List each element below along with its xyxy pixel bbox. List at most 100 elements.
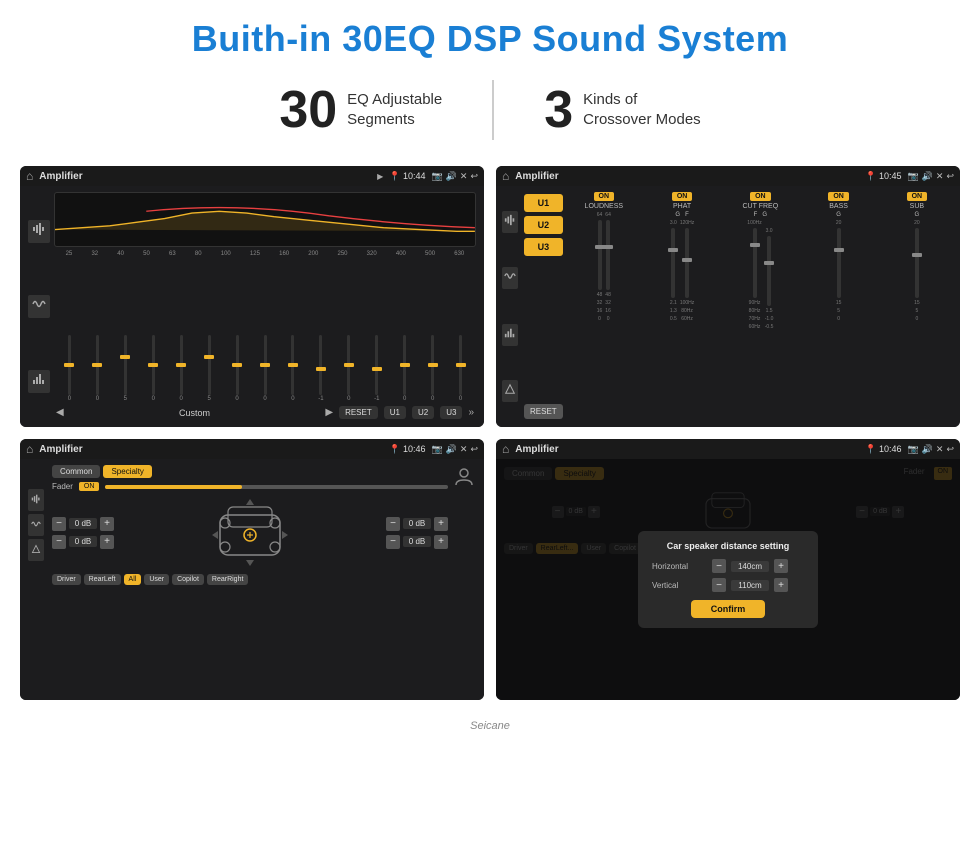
reset-btn[interactable]: RESET [339, 406, 378, 419]
eq-left-icon-1[interactable] [28, 220, 50, 243]
close-icon-4[interactable]: ✕ [936, 444, 944, 455]
rear-right-btn[interactable]: RearRight [207, 574, 249, 585]
topbar-crossover: ⌂ Amplifier 📍 10:45 📷 🔊 ✕ ↩ [496, 166, 960, 186]
sp-rr-minus[interactable]: − [386, 535, 400, 549]
u1-btn[interactable]: U1 [384, 406, 406, 419]
all-btn[interactable]: All [124, 574, 142, 585]
phat-label: PHAT [673, 203, 691, 210]
freq-320: 320 [367, 251, 377, 257]
eq-slider-9[interactable]: 0 [280, 335, 307, 402]
tab-common[interactable]: Common [52, 465, 100, 478]
eq-slider-15[interactable]: 0 [447, 335, 474, 402]
eq-slider-6[interactable]: 5 [196, 335, 223, 402]
loudness-on-btn[interactable]: ON [594, 192, 615, 201]
sp-fl-plus[interactable]: + [100, 517, 114, 531]
eq-slider-10[interactable]: -1 [307, 335, 334, 402]
eq-slider-5[interactable]: 0 [168, 335, 195, 402]
speaker-screen: Common Specialty Fader ON [24, 463, 480, 696]
user-btn[interactable]: User [144, 574, 169, 585]
eq-slider-14[interactable]: 0 [419, 335, 446, 402]
sp-rl-plus[interactable]: + [100, 535, 114, 549]
loudness-sliders: 64 48 32 16 0 64 48 32 [597, 212, 611, 322]
crossover-icon-2[interactable] [502, 267, 518, 289]
eq-slider-2[interactable]: 0 [84, 335, 111, 402]
home-icon-4[interactable]: ⌂ [502, 442, 509, 456]
sp-fr-plus[interactable]: + [434, 517, 448, 531]
sp-fl-minus[interactable]: − [52, 517, 66, 531]
speaker-dialog-content: Common Specialty Fader ON − 0 dB + [496, 459, 960, 700]
eq-slider-3[interactable]: 5 [112, 335, 139, 402]
u3-cross-btn[interactable]: U3 [524, 238, 563, 256]
page-title: Buith-in 30EQ DSP Sound System [0, 0, 980, 70]
sp-rl-minus[interactable]: − [52, 535, 66, 549]
close-icon-3[interactable]: ✕ [460, 444, 468, 455]
driver-btn[interactable]: Driver [52, 574, 81, 585]
back-icon-3[interactable]: ↩ [470, 444, 478, 455]
u1-cross-btn[interactable]: U1 [524, 194, 563, 212]
rear-left-btn[interactable]: RearLeft [84, 574, 121, 585]
copilot-btn[interactable]: Copilot [172, 574, 204, 585]
bass-label: BASS [829, 203, 848, 210]
u2-cross-btn[interactable]: U2 [524, 216, 563, 234]
sp-icon-2[interactable] [28, 514, 44, 536]
vertical-minus-btn[interactable]: − [712, 578, 726, 592]
eq-slider-12[interactable]: -1 [363, 335, 390, 402]
module-cutfreq: ON CUT FREQ FG 100Hz 90Hz 80Hz 70Hz [723, 192, 797, 421]
close-icon-2[interactable]: ✕ [936, 171, 944, 182]
crossover-icon-3[interactable] [502, 324, 518, 346]
eq-left-icon-2[interactable] [28, 295, 50, 318]
back-icon-2[interactable]: ↩ [946, 171, 954, 182]
home-icon-3[interactable]: ⌂ [26, 442, 33, 456]
module-phat: ON PHAT GF 3.0 2.1 1.3 0.5 [645, 192, 719, 421]
freq-125: 125 [250, 251, 260, 257]
close-icon[interactable]: ✕ [460, 171, 468, 182]
eq-slider-13[interactable]: 0 [391, 335, 418, 402]
home-icon[interactable]: ⌂ [26, 169, 33, 183]
sp-icon-3[interactable] [28, 539, 44, 561]
more-icon[interactable]: » [468, 407, 474, 418]
user-profile-icon[interactable] [452, 465, 476, 494]
topbar-icons-2: 📷 🔊 ✕ ↩ [907, 171, 954, 182]
topbar-time-4: 📍 10:46 [865, 444, 901, 455]
sp-icon-1[interactable] [28, 489, 44, 511]
topbar-speaker-dialog: ⌂ Amplifier 📍 10:46 📷 🔊 ✕ ↩ [496, 439, 960, 459]
sp-rr-plus[interactable]: + [434, 535, 448, 549]
eq-slider-7[interactable]: 0 [224, 335, 251, 402]
dialog-overlay: Car speaker distance setting Horizontal … [496, 459, 960, 700]
eq-next-btn[interactable]: ▶ [325, 407, 333, 418]
bass-on-btn[interactable]: ON [828, 192, 849, 201]
eq-slider-8[interactable]: 0 [252, 335, 279, 402]
back-icon-4[interactable]: ↩ [946, 444, 954, 455]
u2-btn[interactable]: U2 [412, 406, 434, 419]
home-icon-2[interactable]: ⌂ [502, 169, 509, 183]
cutfreq-on-btn[interactable]: ON [750, 192, 771, 201]
fader-on-btn[interactable]: ON [79, 482, 100, 491]
camera-icon-2: 📷 [907, 171, 918, 182]
u3-btn[interactable]: U3 [440, 406, 462, 419]
fader-row: Fader ON [52, 482, 448, 491]
topbar-icons-3: 📷 🔊 ✕ ↩ [431, 444, 478, 455]
confirm-btn[interactable]: Confirm [691, 600, 766, 618]
fader-slider[interactable] [105, 485, 448, 489]
sub-on-btn[interactable]: ON [907, 192, 928, 201]
vertical-plus-btn[interactable]: + [774, 578, 788, 592]
phat-on-btn[interactable]: ON [672, 192, 693, 201]
crossover-icon-1[interactable] [502, 211, 518, 233]
vertical-value: 110cm [731, 580, 769, 591]
crossover-screen-content: U1 U2 U3 RESET ON LOUDNESS 64 [496, 186, 960, 427]
horizontal-minus-btn[interactable]: − [712, 559, 726, 573]
crossover-icon-4[interactable] [502, 380, 518, 402]
sp-right-controls: − 0 dB + − 0 dB + [386, 517, 448, 549]
tab-specialty[interactable]: Specialty [103, 465, 151, 478]
back-icon[interactable]: ↩ [470, 171, 478, 182]
eq-slider-1[interactable]: 0 [56, 335, 83, 402]
horizontal-plus-btn[interactable]: + [774, 559, 788, 573]
sp-fr-minus[interactable]: − [386, 517, 400, 531]
reset-cross-btn[interactable]: RESET [524, 404, 563, 419]
eq-prev-btn[interactable]: ◀ [56, 407, 64, 418]
eq-slider-4[interactable]: 0 [140, 335, 167, 402]
eq-left-icon-3[interactable] [28, 370, 50, 393]
eq-slider-11[interactable]: 0 [335, 335, 362, 402]
freq-250: 250 [337, 251, 347, 257]
speaker-layout: − 0 dB + − 0 dB + [52, 495, 448, 570]
